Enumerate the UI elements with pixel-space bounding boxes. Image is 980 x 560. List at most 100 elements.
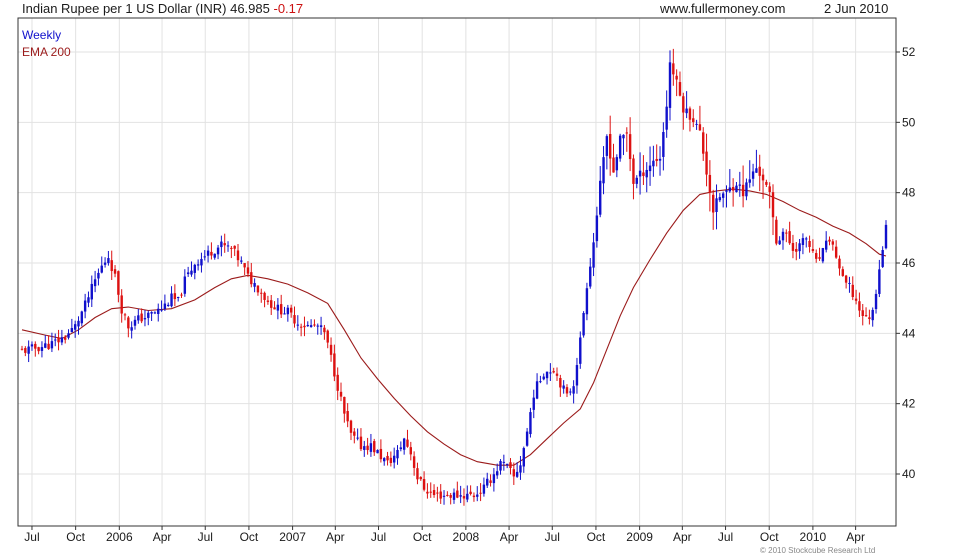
y-tick-label: 50 — [902, 115, 916, 129]
candle-body — [64, 337, 67, 340]
candle-body — [309, 325, 313, 327]
y-tick-label: 44 — [902, 326, 916, 340]
candle-body — [479, 492, 482, 494]
candle-body — [466, 493, 469, 500]
candle-body — [137, 315, 140, 321]
candle-body — [250, 272, 253, 285]
candle-body — [266, 300, 270, 302]
candle-body — [565, 387, 569, 394]
candle-body — [446, 494, 449, 496]
candle-body — [57, 337, 60, 343]
candle-body — [110, 260, 113, 272]
candle-body — [622, 134, 625, 139]
candle-body — [346, 411, 349, 422]
candle-body — [658, 158, 662, 161]
candle-body — [426, 491, 429, 494]
candle-body — [605, 136, 609, 156]
candle-body — [226, 245, 230, 247]
candle-body — [286, 307, 290, 315]
candle-body — [791, 243, 795, 251]
candle-body — [761, 174, 765, 181]
candle-body — [705, 151, 708, 175]
candle-body — [828, 239, 831, 242]
candle-body — [569, 391, 572, 393]
candle-body — [721, 193, 725, 198]
candle-body — [103, 262, 107, 265]
candle-body — [801, 238, 805, 246]
x-tick-label: Apr — [673, 530, 692, 544]
candle-body — [349, 420, 353, 433]
candle-body — [293, 315, 296, 324]
candle-body — [482, 484, 486, 494]
candle-body — [363, 446, 366, 450]
candle-body — [665, 106, 668, 130]
candle-body — [436, 492, 439, 494]
candle-body — [216, 247, 220, 255]
candle-body — [496, 471, 499, 476]
candle-body — [406, 439, 409, 447]
candle-body — [167, 304, 170, 306]
candle-body — [70, 328, 74, 333]
candle-body — [545, 371, 549, 379]
candle-body — [270, 300, 273, 308]
candle-body — [579, 337, 582, 364]
candle-body — [422, 479, 426, 490]
candle-body — [183, 276, 187, 294]
candle-body — [625, 132, 628, 134]
candle-body — [848, 282, 851, 284]
candle-body — [273, 307, 276, 310]
candle-body — [519, 465, 522, 473]
candle-body — [645, 169, 648, 178]
candle-body — [555, 373, 559, 376]
candle-body — [196, 264, 200, 266]
candle-body — [150, 312, 153, 314]
candle-body — [223, 243, 226, 246]
x-tick-label: Jul — [545, 530, 560, 544]
candle-body — [635, 177, 638, 184]
candle-body — [399, 447, 403, 450]
candle-body — [698, 124, 702, 131]
y-axis: 40 42 44 46 48 50 52 — [896, 45, 916, 481]
candle-body — [549, 372, 552, 374]
y-tick-label: 52 — [902, 45, 916, 59]
candle-body — [456, 490, 459, 498]
candle-body — [203, 256, 206, 258]
candle-body — [795, 248, 798, 252]
candle-body — [642, 172, 645, 176]
candle-body — [589, 266, 592, 287]
candle-body — [476, 494, 479, 497]
candle-body — [768, 186, 771, 193]
x-axis: Jul Oct 2006 Apr Jul Oct 2007 Apr Jul Oct 2008 Apr J… — [24, 526, 865, 544]
candle-body — [260, 292, 263, 294]
candle-body — [655, 158, 658, 161]
candle-body — [861, 310, 864, 317]
candle-body — [858, 301, 861, 311]
candle-body — [20, 348, 24, 350]
candle-body — [80, 311, 84, 324]
x-tick-label: 2007 — [279, 530, 306, 544]
candle-body — [289, 307, 293, 313]
x-tick-label: Jul — [24, 530, 39, 544]
x-tick-label: Jul — [718, 530, 733, 544]
candle-body — [868, 317, 871, 320]
legend-ema: EMA 200 — [22, 45, 71, 59]
candle-body — [263, 292, 266, 300]
candle-body — [27, 346, 30, 354]
candle-body — [685, 108, 688, 114]
candle-body — [200, 258, 203, 266]
candle-body — [785, 232, 788, 234]
candle-body — [648, 165, 652, 172]
candle-body — [246, 267, 250, 274]
candle-body — [339, 391, 343, 397]
candle-body — [439, 491, 442, 499]
candle-body — [409, 447, 412, 455]
x-tick-label: 2009 — [626, 530, 653, 544]
x-tick-label: Oct — [66, 530, 85, 544]
x-tick-label: Oct — [240, 530, 259, 544]
candle-body — [844, 275, 848, 283]
candle-body — [412, 456, 416, 468]
candle-body — [602, 157, 605, 184]
candle-body — [24, 348, 27, 353]
candle-body — [682, 96, 685, 113]
candle-body — [745, 182, 748, 197]
